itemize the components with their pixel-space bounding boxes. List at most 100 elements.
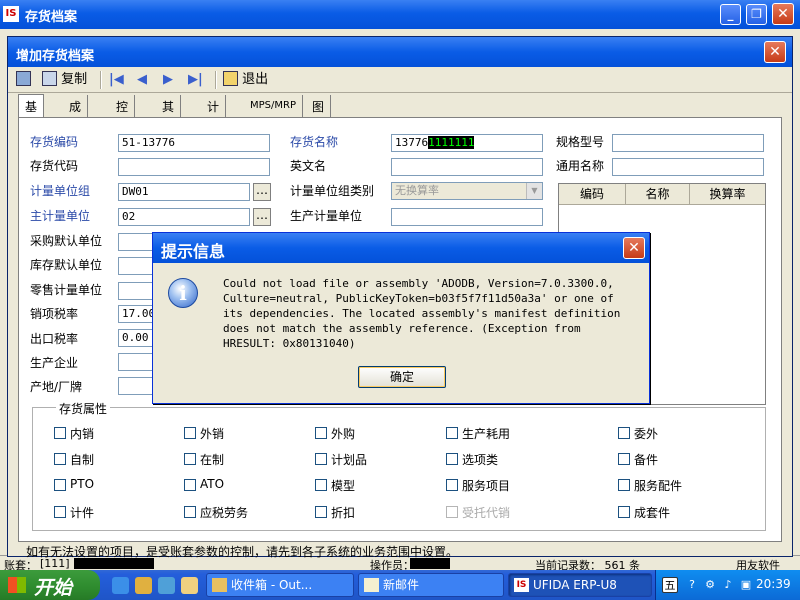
last-record-button[interactable]: ▶| xyxy=(188,71,203,89)
export-tax-label: 出口税率 xyxy=(30,332,79,346)
clock: 20:39 xyxy=(756,577,791,591)
table-header-row: 编码 名称 换算率 xyxy=(559,184,765,206)
english-name-input[interactable] xyxy=(391,158,543,176)
manufacturer-label: 生产企业 xyxy=(30,356,79,370)
tab-basic[interactable]: 基本 xyxy=(18,94,45,131)
retail-uom-label: 零售计量单位 xyxy=(30,283,103,297)
origin-label: 产地/厂牌 xyxy=(30,380,83,394)
next-record-button[interactable]: ▶ xyxy=(163,71,173,89)
production-uom-label: 生产计量单位 xyxy=(290,209,363,223)
inventory-code-input[interactable]: 51-13776 xyxy=(118,134,270,152)
first-record-button[interactable]: |◀ xyxy=(109,71,124,89)
internet-explorer-icon[interactable] xyxy=(112,577,129,594)
attribute-checkbox[interactable] xyxy=(54,506,66,518)
tab-picture[interactable]: 图片 xyxy=(306,95,332,131)
uom-group-type-value: 无换算率 xyxy=(395,184,439,197)
info-icon: i xyxy=(168,278,198,308)
exit-button[interactable]: 退出 xyxy=(223,71,268,89)
attribute-checkbox-label: 在制 xyxy=(200,453,225,467)
tab-plan[interactable]: 计划 xyxy=(201,95,227,131)
spec-model-input[interactable] xyxy=(612,134,764,152)
attribute-checkbox[interactable] xyxy=(315,479,327,491)
inventory-name-text: 13776 xyxy=(395,136,429,149)
outlook-express-icon[interactable] xyxy=(135,577,152,594)
attribute-checkbox-label: 服务配件 xyxy=(634,479,683,493)
media-player-icon[interactable] xyxy=(158,577,175,594)
attribute-checkbox[interactable] xyxy=(184,506,196,518)
common-name-input[interactable] xyxy=(612,158,764,176)
copy-icon xyxy=(42,71,57,86)
attribute-checkbox[interactable] xyxy=(315,427,327,439)
common-name-label: 通用名称 xyxy=(556,159,605,173)
tab-mps-mrp[interactable]: MPS/MRP xyxy=(244,95,303,117)
error-message-box: 提示信息 ✕ i Could not load file or assembly… xyxy=(152,232,650,404)
app-logo: IS xyxy=(3,6,19,22)
attribute-checkbox[interactable] xyxy=(184,427,196,439)
attribute-checkbox[interactable] xyxy=(618,506,630,518)
minimize-button[interactable]: _ xyxy=(720,4,741,25)
attribute-checkbox[interactable] xyxy=(618,453,630,465)
inventory-name-selection: 1111111 xyxy=(428,136,475,149)
attribute-checkbox[interactable] xyxy=(446,479,458,491)
tab-cost[interactable]: 成本 xyxy=(63,95,89,131)
close-icon: ✕ xyxy=(628,240,640,256)
ime-indicator[interactable]: 五 xyxy=(662,577,678,593)
main-uom-label: 主计量单位 xyxy=(30,209,91,223)
attribute-checkbox[interactable] xyxy=(54,427,66,439)
help-icon[interactable]: ? xyxy=(684,577,700,593)
save-button[interactable] xyxy=(16,71,31,89)
uom-group-lookup-button[interactable]: … xyxy=(253,183,271,201)
inventory-alias-input[interactable] xyxy=(118,158,270,176)
column-header-name[interactable]: 名称 xyxy=(626,184,690,205)
task-outlook-inbox[interactable]: 收件箱 - Out... xyxy=(206,573,354,597)
attribute-checkbox[interactable] xyxy=(54,453,66,465)
message-box-close-button[interactable]: ✕ xyxy=(623,237,645,259)
next-icon: ▶ xyxy=(163,72,173,87)
inventory-name-input[interactable]: 137761111111 xyxy=(391,134,543,152)
column-header-rate[interactable]: 换算率 xyxy=(690,184,765,205)
attribute-checkbox-label: 生产耗用 xyxy=(462,427,511,441)
task-new-mail[interactable]: 新邮件 xyxy=(358,573,504,597)
previous-record-button[interactable]: ◀ xyxy=(137,71,147,89)
attribute-checkbox-label: 备件 xyxy=(634,453,659,467)
uom-group-type-label: 计量单位组类别 xyxy=(290,184,375,198)
attribute-checkbox-label: ATO xyxy=(200,477,225,491)
ufida-icon: IS xyxy=(514,578,529,592)
desktop-icon[interactable] xyxy=(181,577,198,594)
task-label: UFIDA ERP-U8 xyxy=(533,578,617,592)
uom-group-type-select[interactable]: 无换算率 ▼ xyxy=(391,182,543,200)
tab-control[interactable]: 控制 xyxy=(110,95,136,131)
attribute-checkbox[interactable] xyxy=(446,427,458,439)
start-button[interactable]: 开始 xyxy=(0,570,100,600)
dialog-close-button[interactable]: ✕ xyxy=(764,41,786,63)
attribute-checkbox[interactable] xyxy=(315,506,327,518)
column-header-code[interactable]: 编码 xyxy=(559,184,626,205)
maximize-button[interactable]: ❐ xyxy=(746,4,767,25)
settings-icon[interactable]: ⚙ xyxy=(702,577,718,593)
attribute-checkbox[interactable] xyxy=(618,479,630,491)
outer-close-button[interactable]: ✕ xyxy=(772,3,794,25)
task-ufida-erp[interactable]: IS UFIDA ERP-U8 xyxy=(508,573,652,597)
main-uom-input[interactable]: 02 xyxy=(118,208,250,226)
minimize-icon: _ xyxy=(727,7,734,21)
main-uom-lookup-button[interactable]: … xyxy=(253,208,271,226)
attribute-checkbox[interactable] xyxy=(54,479,66,491)
attribute-checkbox[interactable] xyxy=(184,479,196,491)
attribute-checkbox-label: 成套件 xyxy=(634,506,671,520)
attribute-checkbox[interactable] xyxy=(184,453,196,465)
network-icon[interactable]: ▣ xyxy=(738,577,754,593)
message-box-title: 提示信息 xyxy=(161,242,226,261)
ellipsis-icon: … xyxy=(256,208,268,222)
copy-button[interactable]: 复制 xyxy=(42,71,87,89)
uom-group-input[interactable]: DW01 xyxy=(118,183,250,201)
inventory-name-label: 存货名称 xyxy=(290,135,339,149)
message-box-titlebar: 提示信息 ✕ xyxy=(153,233,649,263)
attribute-checkbox[interactable] xyxy=(446,453,458,465)
tab-other[interactable]: 其它 xyxy=(156,95,182,131)
inventory-attributes-legend: 存货属性 xyxy=(56,400,111,417)
attribute-checkbox[interactable] xyxy=(315,453,327,465)
volume-icon[interactable]: ♪ xyxy=(720,577,736,593)
ok-button[interactable]: 确定 xyxy=(358,366,446,388)
production-uom-input[interactable] xyxy=(391,208,543,226)
attribute-checkbox[interactable] xyxy=(618,427,630,439)
